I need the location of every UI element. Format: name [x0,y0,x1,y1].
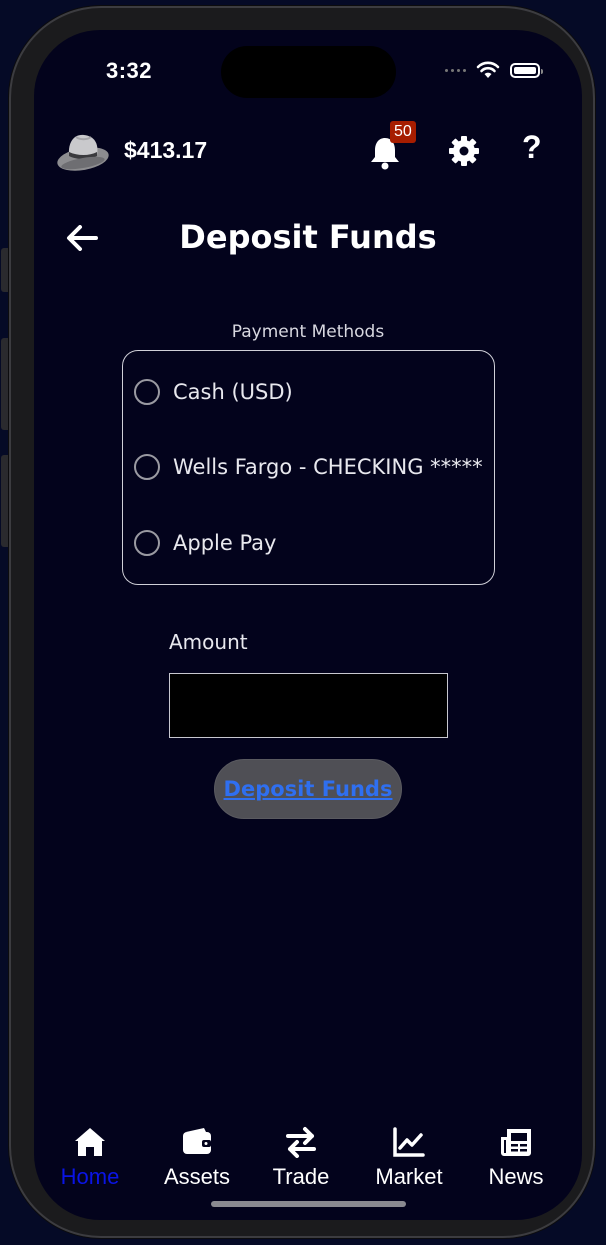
wifi-icon [476,61,500,78]
tab-label: News [488,1164,544,1189]
amount-label: Amount [169,630,248,654]
status-icons [445,61,543,79]
payment-option-apple-pay[interactable]: Apple Pay [134,530,276,556]
tab-assets[interactable]: Assets [147,1126,247,1190]
tab-home[interactable]: Home [40,1126,140,1190]
dynamic-island [221,46,396,98]
payment-option-label: Wells Fargo - CHECKING ***** [173,455,483,479]
page-title: Deposit Funds [179,218,437,256]
tab-label: Assets [163,1164,231,1189]
help-button[interactable]: ? [522,129,542,166]
deposit-funds-button[interactable]: Deposit Funds [214,759,402,819]
app-header: $413.17 50 ? [34,121,582,178]
payment-methods-label: Payment Methods [231,322,385,342]
amount-input[interactable] [169,673,448,738]
payment-methods-group: Cash (USD) Wells Fargo - CHECKING ***** … [122,350,495,585]
payment-option-label: Cash (USD) [173,380,293,404]
tab-trade[interactable]: Trade [251,1126,351,1190]
home-icon [75,1128,105,1156]
app-screen: 3:32 $413.17 50 ? Deposit Funds Payment … [34,30,582,1220]
status-time: 3:32 [106,58,153,83]
radio-button[interactable] [134,379,160,405]
chart-line-icon [393,1127,425,1157]
tab-label: Home [60,1164,120,1189]
newspaper-icon [501,1129,531,1156]
swap-arrows-icon [286,1127,316,1158]
tab-label: Market [375,1164,443,1189]
radio-button[interactable] [134,530,160,556]
battery-icon [510,62,543,78]
radio-button[interactable] [134,454,160,480]
account-balance: $413.17 [124,137,208,163]
tab-market[interactable]: Market [359,1126,459,1190]
deposit-funds-button-label: Deposit Funds [223,777,393,801]
tab-news[interactable]: News [466,1126,566,1190]
payment-option-wells-fargo[interactable]: Wells Fargo - CHECKING ***** [134,454,483,480]
tab-label: Trade [272,1164,330,1189]
payment-option-label: Apple Pay [173,531,277,555]
notification-badge: 50 [390,121,416,143]
payment-option-cash[interactable]: Cash (USD) [134,379,293,405]
gear-icon[interactable] [448,135,480,167]
home-indicator [211,1201,406,1207]
fedora-hat-logo-icon[interactable] [56,128,112,176]
tab-bar: Home Assets Trade Market News [34,1126,582,1196]
wallet-icon [183,1128,211,1154]
cellular-signal-icon [445,68,466,72]
